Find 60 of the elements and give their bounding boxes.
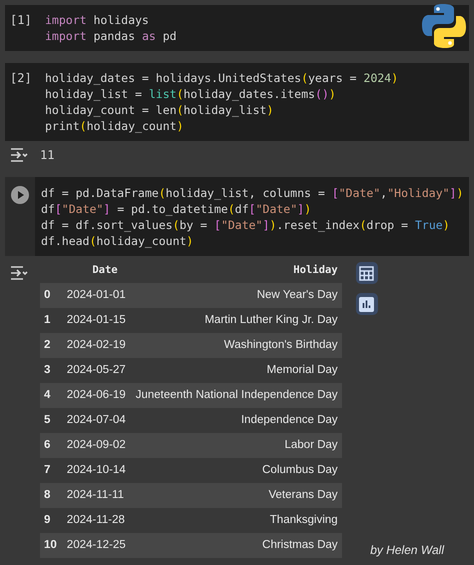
row-index: 2 [40,333,63,358]
author-credit: by Helen Wall [370,542,444,559]
code-line: import holidays [45,12,150,28]
row-index: 4 [40,383,63,408]
column-header: Date [62,259,130,283]
code-cell[interactable]: [1] import holidays import pandas as pd [5,5,469,51]
code-line: print(holiday_count) [45,118,185,134]
row-index: 10 [40,533,63,558]
bar-chart-icon [359,296,374,312]
table-cell: Independence Day [130,408,342,433]
row-index: 6 [40,433,63,458]
code-line: holiday_count = len(holiday_list) [45,102,275,118]
table-cell: 2024-06-19 [62,383,130,408]
output-text: 11 [40,147,54,164]
table-cell: 2024-07-04 [62,408,130,433]
table-cell: Washington's Birthday [130,333,342,358]
code-line: import pandas as pd [45,28,177,44]
python-logo-icon [420,3,468,49]
table-cell: 2024-05-27 [62,358,130,383]
table-cell: 2024-11-28 [62,508,130,533]
row-index: 5 [40,408,63,433]
chart-button[interactable] [356,293,378,315]
table-cell: 2024-12-25 [62,533,130,558]
table-cell: Christmas Day [130,533,342,558]
row-index: 8 [40,483,63,508]
run-button-icon[interactable] [11,186,29,204]
execution-count: [2] [10,70,32,86]
code-cell[interactable]: df = pd.DataFrame(holiday_list, columns = ["Date","Holiday"]) df["Date"] = pd.to_datetime(df["Date"]) df = df.sort_values(by = ["Date"]).reset_index(drop = True) df.head(holiday_count) [5,177,469,256]
code-line: holiday_list = list(holiday_dates.items()) [45,86,337,102]
table-cell: 2024-09-02 [62,433,130,458]
output-toggle-icon[interactable] [10,147,28,163]
table-cell: Martin Luther King Jr. Day [130,308,342,333]
table-view-button[interactable] [356,262,378,284]
table-cell: 2024-10-14 [62,458,130,483]
table-cell: Labor Day [130,433,342,458]
table-cell: Thanksgiving [130,508,342,533]
table-cell: 2024-11-11 [62,483,130,508]
row-index: 1 [40,308,63,333]
code-line: df = df.sort_values(by = ["Date"]).reset_index(drop = True) [41,217,451,233]
table-icon [359,266,374,280]
table-cell: New Year's Day [130,283,342,308]
row-index: 7 [40,458,63,483]
table-cell: Veterans Day [130,483,342,508]
row-index: 9 [40,508,63,533]
code-line: holiday_dates = holidays.UnitedStates(years = 2024) [45,70,398,86]
code-cell[interactable]: [2] holiday_dates = holidays.UnitedStates(years = 2024) holiday_list = list(holiday_dates.items()) holiday_count = len(holiday_list) print(holiday_count) [5,63,469,141]
table-cell: 2024-02-19 [62,333,130,358]
table-cell: Columbus Day [130,458,342,483]
code-line: df.head(holiday_count) [41,233,194,249]
output-toggle-icon[interactable] [10,265,28,281]
table-cell: 2024-01-15 [62,308,130,333]
row-index: 3 [40,358,63,383]
row-index: 0 [40,283,63,308]
table-cell: Memorial Day [130,358,342,383]
code-line: df = pd.DataFrame(holiday_list, columns = ["Date","Holiday"]) [41,185,464,201]
code-line: df["Date"] = pd.to_datetime(df["Date"]) [41,201,312,217]
execution-count: [1] [10,12,32,28]
column-header: Holiday [130,259,342,283]
table-cell: 2024-01-01 [62,283,130,308]
table-cell: Juneteenth National Independence Day [130,383,342,408]
